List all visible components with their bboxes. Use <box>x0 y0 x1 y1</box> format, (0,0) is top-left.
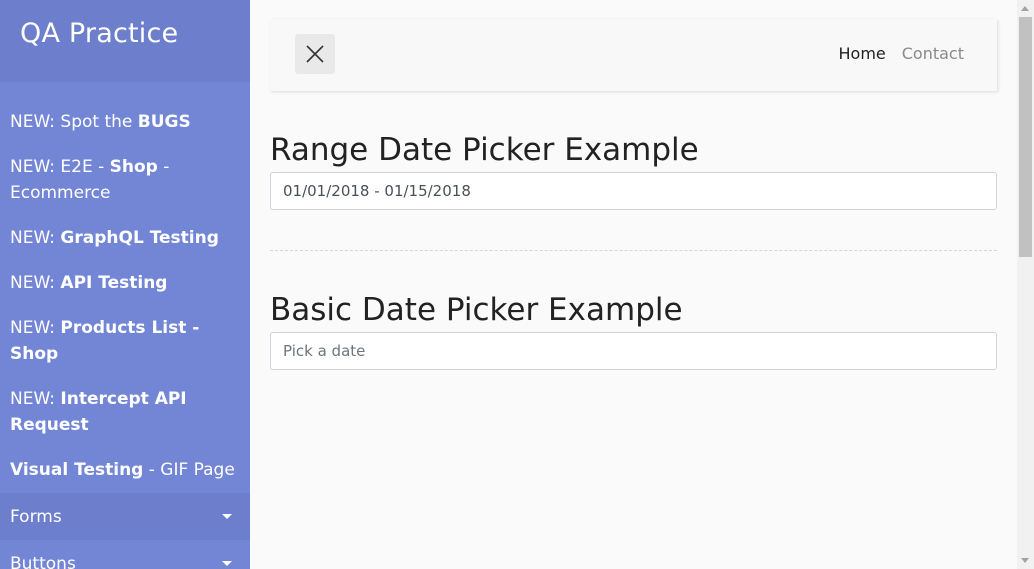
main-content: Home Contact Range Date Picker Example B… <box>270 0 997 370</box>
scrollbar-thumb[interactable] <box>1019 17 1032 257</box>
sidebar-item-bold: BUGS <box>137 112 191 132</box>
sidebar-item-visual-testing[interactable]: Visual Testing - GIF Page <box>0 448 250 493</box>
sidebar-item-bold: Visual Testing <box>10 460 144 480</box>
caret-down-icon <box>222 561 232 566</box>
scroll-up-arrow-icon[interactable] <box>1021 6 1029 11</box>
top-navbar: Home Contact <box>270 19 997 91</box>
sidebar-item-prefix: NEW: Spot the <box>10 112 138 132</box>
sidebar-item-graphql-testing[interactable]: NEW: GraphQL Testing <box>0 216 250 261</box>
sidebar: QA Practice NEW: Spot the BUGS NEW: E2E … <box>0 0 250 569</box>
sidebar-item-suffix: - GIF Page <box>143 460 235 480</box>
sidebar-dropdown-buttons[interactable]: Buttons <box>0 540 250 569</box>
sidebar-toggle-button[interactable] <box>295 34 335 74</box>
sidebar-item-bold: GraphQL Testing <box>60 228 219 248</box>
basic-date-input[interactable] <box>270 332 997 370</box>
nav-link-contact[interactable]: Contact <box>902 44 964 63</box>
sidebar-item-api-testing[interactable]: NEW: API Testing <box>0 261 250 306</box>
sidebar-item-e2e-shop[interactable]: NEW: E2E - Shop - Ecommerce <box>0 145 250 216</box>
sidebar-item-prefix: NEW: <box>10 318 61 338</box>
nav-link-home[interactable]: Home <box>839 44 886 63</box>
range-date-input[interactable] <box>270 172 997 210</box>
section-divider <box>270 250 997 251</box>
sidebar-item-prefix: NEW: <box>10 273 61 293</box>
sidebar-menu: NEW: Spot the BUGS NEW: E2E - Shop - Eco… <box>0 82 250 569</box>
brand-title[interactable]: QA Practice <box>20 18 230 49</box>
sidebar-item-prefix: NEW: <box>10 389 61 409</box>
sidebar-dropdown-label: Forms <box>10 506 62 527</box>
caret-down-icon <box>222 514 232 519</box>
basic-date-picker-title: Basic Date Picker Example <box>270 292 683 328</box>
sidebar-item-products-list[interactable]: NEW: Products List - Shop <box>0 306 250 377</box>
sidebar-item-bold: API Testing <box>60 273 168 293</box>
sidebar-item-spot-the-bugs[interactable]: NEW: Spot the BUGS <box>0 100 250 145</box>
sidebar-dropdown-label: Buttons <box>10 553 76 569</box>
sidebar-item-intercept-api[interactable]: NEW: Intercept API Request <box>0 377 250 448</box>
page-scrollbar[interactable] <box>1017 0 1034 569</box>
nav-links: Home Contact <box>839 44 965 63</box>
scroll-down-arrow-icon[interactable] <box>1021 558 1029 563</box>
sidebar-header: QA Practice <box>0 0 250 82</box>
range-date-picker-title: Range Date Picker Example <box>270 132 699 168</box>
sidebar-item-prefix: NEW: E2E - <box>10 157 110 177</box>
sidebar-dropdown-forms[interactable]: Forms <box>0 493 250 540</box>
sidebar-item-prefix: NEW: <box>10 228 61 248</box>
sidebar-item-bold: Shop <box>109 157 158 177</box>
close-icon <box>306 45 324 63</box>
